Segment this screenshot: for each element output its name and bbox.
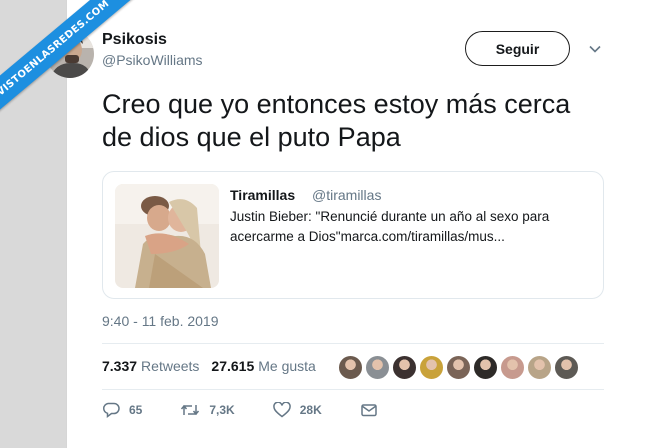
like-action[interactable]: 28K <box>272 402 322 418</box>
liker-avatar[interactable] <box>500 355 525 380</box>
quoted-tweet-image <box>115 184 219 288</box>
retweets-count[interactable]: 7.337 <box>102 358 137 374</box>
likes-label[interactable]: Me gusta <box>258 358 316 374</box>
message-icon <box>360 404 377 417</box>
divider <box>102 389 604 390</box>
tweet-text-line1: Creo que yo entonces estoy más cerca <box>102 89 571 119</box>
message-action[interactable] <box>360 402 387 418</box>
tweet-actions: 65 7,3K 28K <box>102 402 425 418</box>
like-count: 28K <box>299 403 322 417</box>
tweet-text-line2: de dios que el puto Papa <box>102 122 401 152</box>
quoted-text-line2: acercarme a Dios"marca.com/tiramillas/mu… <box>230 229 505 244</box>
liker-avatar[interactable] <box>338 355 363 380</box>
quoted-text-line1: Justin Bieber: "Renuncié durante un año … <box>230 209 550 224</box>
retweet-icon <box>181 404 200 416</box>
retweet-action[interactable]: 7,3K <box>180 402 235 418</box>
quoted-author-name[interactable]: Tiramillas <box>230 187 295 203</box>
liker-avatar[interactable] <box>554 355 579 380</box>
tweet-timestamp[interactable]: 9:40 - 11 feb. 2019 <box>102 313 219 329</box>
watermark-text: VISTOENLASREDES.COM <box>0 0 112 99</box>
liker-avatar[interactable] <box>527 355 552 380</box>
reply-icon <box>102 402 120 418</box>
retweets-label[interactable]: Retweets <box>141 358 199 374</box>
retweet-count: 7,3K <box>209 403 235 417</box>
follow-button[interactable]: Seguir <box>465 31 570 66</box>
heart-icon <box>272 402 291 418</box>
likers-avatars[interactable] <box>338 355 579 380</box>
quoted-tweet[interactable]: Tiramillas @tiramillas Justin Bieber: "R… <box>102 171 604 299</box>
reply-count: 65 <box>129 403 143 417</box>
liker-avatar[interactable] <box>419 355 444 380</box>
reply-action[interactable]: 65 <box>102 402 142 418</box>
quoted-tweet-text: Justin Bieber: "Renuncié durante un año … <box>230 207 590 247</box>
divider <box>102 343 604 344</box>
liker-avatar[interactable] <box>365 355 390 380</box>
watermark-ribbon: VISTOENLASREDES.COM <box>0 0 160 130</box>
liker-avatar[interactable] <box>473 355 498 380</box>
tweet-text: Creo que yo entonces estoy más cerca de … <box>102 88 622 154</box>
likes-count[interactable]: 27.615 <box>211 358 254 374</box>
liker-avatar[interactable] <box>446 355 471 380</box>
quoted-author-handle[interactable]: @tiramillas <box>312 187 381 203</box>
liker-avatar[interactable] <box>392 355 417 380</box>
engagement-stats: 7.337 Retweets 27.615 Me gusta <box>102 358 324 374</box>
chevron-down-icon[interactable] <box>588 42 602 56</box>
